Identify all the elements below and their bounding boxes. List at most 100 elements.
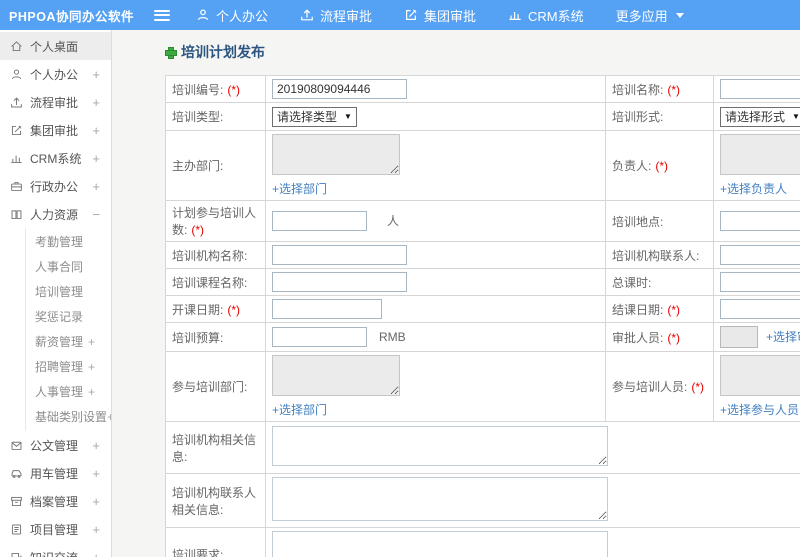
edit-icon (11, 124, 22, 135)
sidebar-subitem-base-category[interactable]: 基础类别设置 + (26, 404, 111, 429)
table-row: 培训机构联系人相关信息: (165, 473, 800, 528)
briefcase-icon (11, 181, 22, 191)
sidebar-subitem-salary[interactable]: 薪资管理 + (26, 329, 111, 354)
sidebar-item-vehicles[interactable]: 用车管理 + (0, 459, 111, 487)
topnav-more-apps[interactable]: 更多应用 (616, 6, 684, 25)
expand-plus-icon[interactable]: + (92, 495, 100, 508)
training-place-input[interactable] (720, 211, 800, 231)
participant-count-input[interactable] (272, 211, 367, 231)
expand-plus-icon[interactable]: + (92, 439, 100, 452)
expand-plus-icon[interactable]: + (92, 551, 100, 557)
expand-plus-icon[interactable]: + (88, 361, 95, 373)
topnav-crm-system[interactable]: CRM系统 (508, 6, 584, 25)
org-contact-info-textarea[interactable] (272, 477, 608, 521)
car-icon (11, 469, 22, 478)
sidebar-item-archives[interactable]: 档案管理 + (0, 487, 111, 515)
expand-plus-icon[interactable]: + (92, 124, 100, 137)
training-no-input[interactable] (272, 79, 407, 99)
budget-input[interactable] (272, 327, 367, 347)
sidebar-item-personal-desktop[interactable]: 个人桌面 (0, 32, 111, 60)
select-leader-link[interactable]: +选择负责人 (720, 182, 787, 196)
field-label: 培训编号: (172, 82, 224, 97)
expand-plus-icon[interactable]: + (88, 336, 95, 348)
sidebar-subitem-recruitment[interactable]: 招聘管理 + (26, 354, 111, 379)
topnav-label: 流程审批 (319, 8, 372, 24)
sidebar-item-group-approval[interactable]: 集团审批 + (0, 116, 111, 144)
select-arrow-icon: ▼ (344, 112, 352, 121)
org-info-textarea[interactable] (272, 426, 608, 466)
table-row: 培训机构名称: 培训机构联系人: (165, 241, 800, 269)
sidebar-item-human-resources[interactable]: 人力资源 − (0, 200, 111, 228)
approver-box[interactable] (720, 326, 758, 348)
field-label: 培训要求: (172, 548, 224, 557)
chat-icon (11, 552, 22, 557)
select-join-department-link[interactable]: +选择部门 (272, 403, 327, 417)
field-label: 总课时: (612, 275, 652, 290)
sidebar-subitem-attendance[interactable]: 考勤管理 (26, 229, 111, 254)
field-label: 参与培训部门: (172, 380, 248, 394)
required-mark: (*) (655, 159, 669, 173)
topnav-label: 个人办公 (215, 8, 268, 24)
sidebar: 个人桌面 个人办公 + 流程审批 + 集团审批 + CRM系统 + 行政办公 + (0, 30, 112, 557)
collapse-minus-icon[interactable]: − (92, 208, 100, 221)
expand-plus-icon[interactable]: + (92, 152, 100, 165)
topnav-group-approval[interactable]: 集团审批 (404, 6, 476, 25)
total-hours-input[interactable] (720, 272, 800, 292)
sidebar-subitem-training[interactable]: 培训管理 (26, 279, 111, 304)
select-department-link[interactable]: +选择部门 (272, 182, 327, 196)
sidebar-item-label: 项目管理 (30, 522, 79, 537)
edit-icon (405, 9, 417, 20)
sidebar-subitem-hr-contract[interactable]: 人事合同 (26, 254, 111, 279)
expand-plus-icon[interactable]: + (92, 467, 100, 480)
leader-box[interactable] (720, 134, 800, 175)
sidebar-item-documents[interactable]: 公文管理 + (0, 431, 111, 459)
topnav-personal-office[interactable]: 个人办公 (196, 6, 268, 25)
sidebar-item-admin-office[interactable]: 行政办公 + (0, 172, 111, 200)
course-name-input[interactable] (272, 272, 407, 292)
join-users-box[interactable] (720, 355, 800, 396)
training-requirement-textarea[interactable] (272, 531, 608, 557)
field-label: 培训课程名称: (172, 275, 248, 290)
sidebar-subitem-rewards[interactable]: 奖惩记录 (26, 304, 111, 329)
select-join-users-link[interactable]: +选择参与人员 (720, 403, 799, 417)
table-row: 参与培训部门: +选择部门 参与培训人员: (*) +选择参与人员 (165, 351, 800, 422)
field-label: 培训机构名称: (172, 248, 248, 263)
end-date-input[interactable] (720, 299, 800, 319)
select-approver-link[interactable]: +选择审批人员 (766, 330, 800, 344)
required-mark: (*) (667, 82, 681, 97)
host-department-box[interactable] (272, 134, 400, 175)
hamburger-icon[interactable] (153, 9, 170, 21)
book-icon (11, 209, 22, 219)
training-mode-select[interactable]: 请选择形式 ▼ (720, 106, 800, 127)
sidebar-item-personal-office[interactable]: 个人办公 + (0, 60, 111, 88)
org-contact-input[interactable] (720, 245, 800, 265)
expand-plus-icon[interactable]: + (88, 386, 95, 398)
sidebar-item-label: 集团审批 (30, 123, 79, 138)
expand-plus-icon[interactable]: + (92, 68, 100, 81)
sidebar-item-knowledge[interactable]: 知识交流 + (0, 543, 111, 557)
sidebar-item-projects[interactable]: 项目管理 + (0, 515, 111, 543)
expand-plus-icon[interactable]: + (92, 180, 100, 193)
table-row: 计划参与培训人数: (*) 人 培训地点: (165, 200, 800, 242)
join-department-box[interactable] (272, 355, 400, 396)
start-date-input[interactable] (272, 299, 382, 319)
sidebar-item-label: 人力资源 (30, 207, 79, 222)
sidebar-subitem-label: 奖惩记录 (35, 310, 84, 324)
sidebar-subitem-personnel[interactable]: 人事管理 + (26, 379, 111, 404)
sidebar-item-label: 个人桌面 (30, 39, 79, 54)
topnav-workflow-approval[interactable]: 流程审批 (300, 6, 372, 25)
chart-icon (509, 11, 521, 20)
training-type-select[interactable]: 请选择类型 ▼ (272, 106, 357, 127)
expand-plus-icon[interactable]: + (92, 96, 100, 109)
sidebar-subitem-label: 人事管理 (35, 385, 84, 399)
expand-plus-icon[interactable]: + (92, 523, 100, 536)
required-mark: (*) (227, 302, 241, 317)
training-plan-form: 培训编号:(*) 培训名称:(*) 培训类型: 请选择类型▼ 培训形式: 请选择… (165, 75, 800, 557)
org-name-input[interactable] (272, 245, 407, 265)
select-arrow-icon: ▼ (792, 112, 800, 121)
topnav-label: CRM系统 (528, 8, 584, 24)
training-name-input[interactable] (720, 79, 800, 99)
field-label: 开课日期: (172, 302, 224, 317)
sidebar-item-workflow-approval[interactable]: 流程审批 + (0, 88, 111, 116)
sidebar-item-crm-system[interactable]: CRM系统 + (0, 144, 111, 172)
